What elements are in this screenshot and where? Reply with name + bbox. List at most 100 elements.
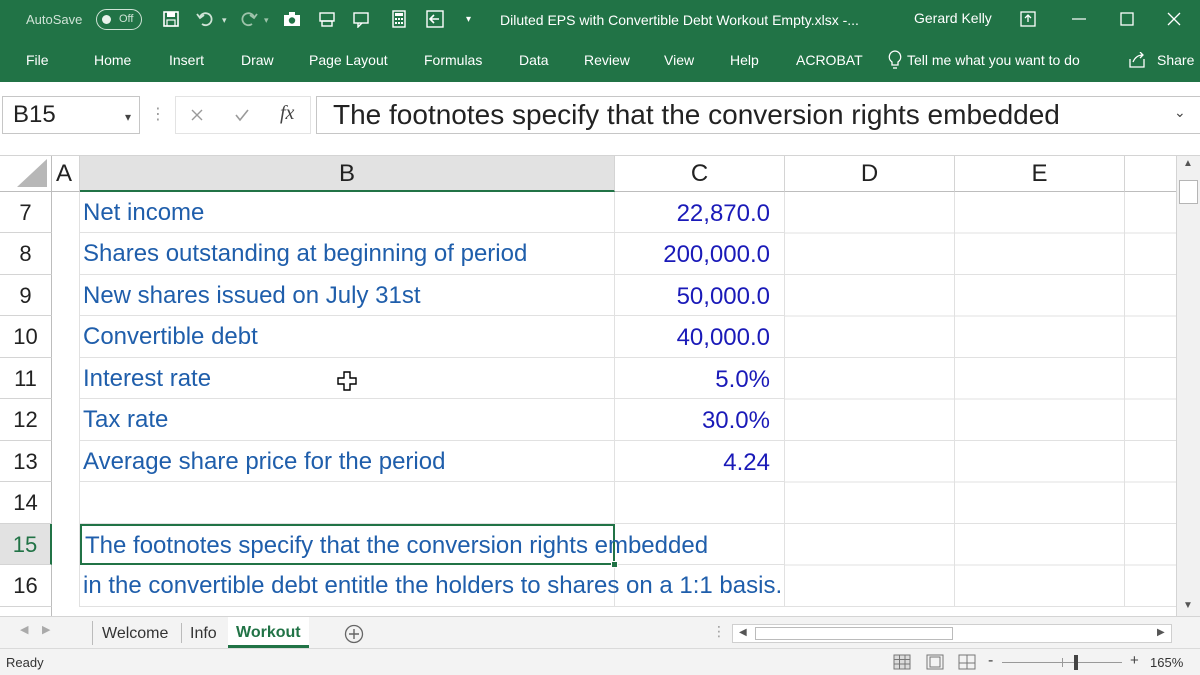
save-icon[interactable] (162, 10, 180, 28)
add-sheet-icon[interactable] (344, 624, 364, 644)
cell-b9[interactable]: New shares issued on July 31st (80, 275, 615, 316)
vertical-scrollbar[interactable]: ▲ ▼ (1176, 156, 1200, 616)
fill-handle[interactable] (611, 561, 618, 568)
column-d-cells[interactable] (785, 192, 955, 607)
undo-icon[interactable] (196, 10, 214, 28)
page-break-view-icon[interactable] (958, 654, 976, 670)
row-header[interactable]: 15 (0, 524, 52, 565)
tab-home[interactable]: Home (94, 40, 131, 80)
splitter-grip-icon[interactable]: ⋮ (712, 623, 726, 640)
autosave-toggle[interactable]: Off (96, 9, 142, 30)
row-header[interactable]: 10 (0, 316, 52, 358)
column-header-d[interactable]: D (785, 156, 955, 192)
maximize-icon[interactable] (1118, 10, 1136, 28)
redo-icon[interactable] (240, 10, 258, 28)
redo-dropdown-icon[interactable]: ▾ (264, 0, 269, 40)
column-header-b[interactable]: B (80, 156, 615, 192)
row-header[interactable]: 8 (0, 233, 52, 275)
enter-icon[interactable] (234, 108, 250, 122)
cell-b16[interactable]: in the convertible debt entitle the hold… (80, 565, 782, 607)
column-f-cells[interactable] (1125, 192, 1176, 607)
scroll-sheets-left-icon[interactable]: ◀ (20, 623, 28, 636)
column-header-c[interactable]: C (615, 156, 785, 192)
row-header[interactable]: 12 (0, 399, 52, 441)
select-all-corner[interactable] (0, 156, 52, 192)
camera-icon[interactable] (283, 10, 301, 28)
column-header-f[interactable] (1125, 156, 1176, 192)
normal-view-icon[interactable] (893, 654, 911, 670)
cell-c14[interactable] (615, 482, 785, 524)
cancel-icon[interactable] (190, 108, 204, 122)
spreadsheet-grid[interactable]: A B C D E 7 8 9 10 11 12 13 14 15 16 Net… (0, 156, 1176, 616)
tab-insert[interactable]: Insert (169, 40, 204, 80)
hscroll-right-icon[interactable]: ▶ (1157, 627, 1165, 638)
share-button[interactable]: Share (1157, 40, 1194, 80)
cell-b15-selected[interactable]: The footnotes specify that the conversio… (80, 524, 708, 565)
scroll-up-icon[interactable]: ▲ (1183, 158, 1193, 169)
zoom-slider-thumb[interactable] (1074, 655, 1078, 670)
name-box[interactable]: B15 ▾ (2, 96, 140, 134)
calculator-icon[interactable] (390, 10, 408, 28)
scroll-thumb[interactable] (1179, 180, 1198, 204)
share-icon[interactable] (1128, 52, 1146, 68)
cell-b7[interactable]: Net income (80, 192, 615, 233)
tab-draw[interactable]: Draw (241, 40, 274, 80)
column-header-a[interactable]: A (52, 156, 80, 192)
scroll-down-icon[interactable]: ▼ (1183, 600, 1193, 611)
undo-dropdown-icon[interactable]: ▾ (222, 0, 227, 40)
customize-toolbar-icon[interactable]: ▾ (466, 0, 471, 40)
row-header[interactable]: 11 (0, 358, 52, 399)
back-arrow-icon[interactable] (426, 10, 444, 28)
hscroll-thumb[interactable] (755, 627, 953, 640)
tab-review[interactable]: Review (584, 40, 630, 80)
row-header[interactable]: 13 (0, 441, 52, 482)
row-header[interactable] (0, 607, 52, 616)
minimize-icon[interactable] (1070, 10, 1088, 28)
cell-b13[interactable]: Average share price for the period (80, 441, 615, 482)
close-icon[interactable] (1165, 10, 1183, 28)
user-name[interactable]: Gerard Kelly (914, 0, 992, 38)
cell-c10[interactable]: 40,000.0 (615, 316, 785, 358)
row-header[interactable]: 14 (0, 482, 52, 524)
row-header[interactable]: 16 (0, 565, 52, 607)
cell-c8[interactable]: 200,000.0 (615, 233, 785, 275)
ribbon-display-icon[interactable] (1020, 11, 1036, 27)
sheet-tab-workout[interactable]: Workout (228, 617, 309, 648)
cell-c7[interactable]: 22,870.0 (615, 192, 785, 233)
row-header[interactable]: 9 (0, 275, 52, 316)
zoom-level[interactable]: 165% (1150, 655, 1183, 670)
column-header-e[interactable]: E (955, 156, 1125, 192)
tab-help[interactable]: Help (730, 40, 759, 80)
column-a-cells[interactable] (52, 192, 80, 607)
tab-file[interactable]: File (26, 40, 49, 80)
tab-formulas[interactable]: Formulas (424, 40, 482, 80)
chevron-down-icon[interactable]: ▾ (125, 99, 131, 135)
sheet-tab-info[interactable]: Info (182, 621, 225, 647)
expand-formula-bar-icon[interactable]: ⌄ (1174, 104, 1186, 121)
tab-page-layout[interactable]: Page Layout (309, 40, 388, 80)
hscroll-left-icon[interactable]: ◀ (739, 627, 747, 638)
row-header[interactable]: 7 (0, 192, 52, 233)
cell-c11[interactable]: 5.0% (615, 358, 785, 399)
scroll-sheets-right-icon[interactable]: ▶ (42, 623, 50, 636)
cell-c13[interactable]: 4.24 (615, 441, 785, 482)
tab-data[interactable]: Data (519, 40, 549, 80)
insert-function-icon[interactable]: fx (280, 102, 294, 125)
horizontal-scrollbar[interactable]: ◀ ▶ (732, 624, 1172, 643)
comment-icon[interactable] (352, 10, 370, 28)
cell-c12[interactable]: 30.0% (615, 399, 785, 441)
sheet-tab-welcome[interactable]: Welcome (94, 621, 176, 647)
tab-view[interactable]: View (664, 40, 694, 80)
cell-b14[interactable] (80, 482, 615, 524)
page-layout-view-icon[interactable] (926, 654, 944, 670)
zoom-in-icon[interactable]: + (1130, 652, 1139, 669)
formula-input[interactable]: The footnotes specify that the conversio… (316, 96, 1200, 134)
column-e-cells[interactable] (955, 192, 1125, 607)
tab-acrobat[interactable]: ACROBAT (796, 40, 863, 80)
cell-c9[interactable]: 50,000.0 (615, 275, 785, 316)
zoom-out-icon[interactable]: - (988, 652, 993, 670)
cell-b12[interactable]: Tax rate (80, 399, 615, 441)
cell-b8[interactable]: Shares outstanding at beginning of perio… (80, 233, 615, 275)
print-preview-icon[interactable] (318, 10, 336, 28)
tell-me-box[interactable]: Tell me what you want to do (907, 40, 1080, 80)
